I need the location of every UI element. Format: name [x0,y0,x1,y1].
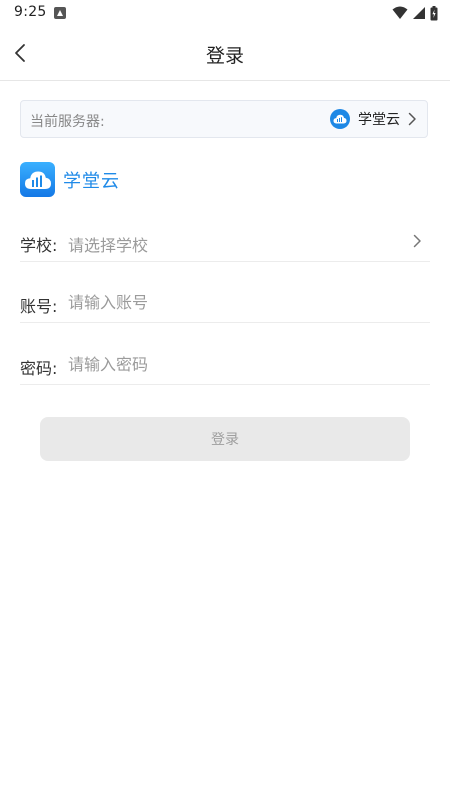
school-selector[interactable]: 学校: 请选择学校 [20,222,430,262]
notification-icon [54,7,66,19]
server-selector[interactable]: 当前服务器: 学堂云 [20,100,428,138]
chevron-right-icon [413,234,421,248]
page-title: 登录 [205,45,244,67]
server-label: 当前服务器: [30,114,105,130]
status-bar: 9:25 [0,0,450,26]
status-time: 9:25 [14,4,47,20]
battery-icon [430,5,438,20]
password-input[interactable] [68,351,408,377]
brand: 学堂云 [20,162,120,197]
password-label: 密码: [20,359,58,378]
account-input[interactable] [68,289,408,315]
account-row: 账号: [20,283,430,323]
cloud-logo-icon [330,109,350,129]
wifi-icon [392,6,408,19]
school-label: 学校: [20,236,58,255]
server-current: 学堂云 [330,109,417,129]
school-placeholder: 请选择学校 [68,236,149,255]
chevron-right-icon [408,112,416,126]
brand-name: 学堂云 [63,170,120,192]
signal-icon [413,7,425,19]
login-button[interactable]: 登录 [40,417,410,461]
account-label: 账号: [20,297,58,316]
status-icons [392,5,438,21]
password-row: 密码: [20,345,430,385]
cloud-logo-icon [20,162,55,197]
app-bar: 登录 [0,26,450,81]
server-name: 学堂云 [358,112,400,128]
